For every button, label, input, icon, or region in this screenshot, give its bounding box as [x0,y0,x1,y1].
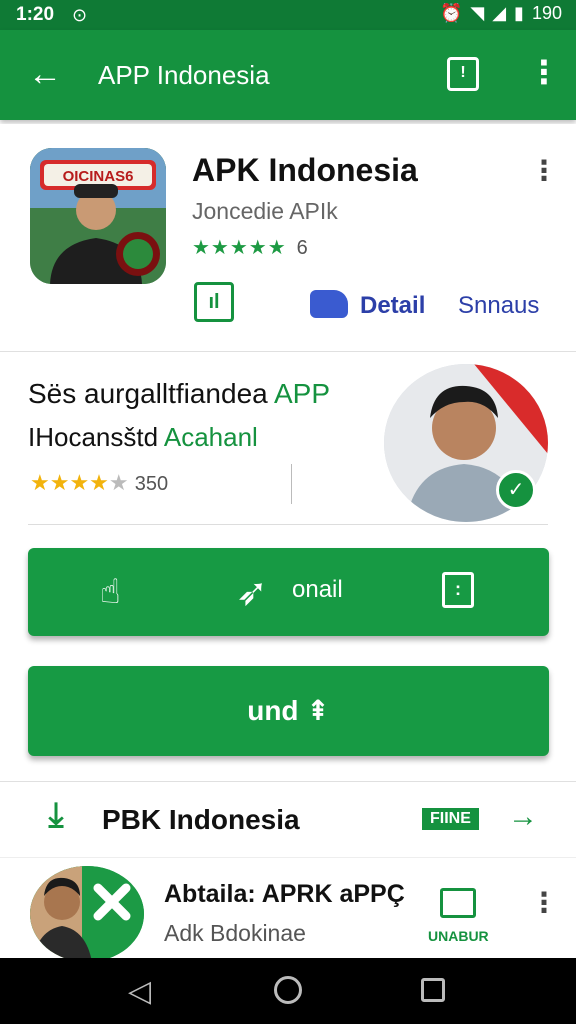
app-rating: ★★★★★ 6 [192,235,308,260]
verified-badge-icon: ✓ [496,470,536,510]
list-item-overflow-icon[interactable]: ⋮ [530,886,558,919]
nav-back-icon[interactable]: ◁ [128,974,151,1009]
review-chat-icon[interactable]: ıl [194,282,234,322]
bookmark-icon: : [442,572,474,608]
developer-name[interactable]: Joncedie APIk [192,198,338,225]
list-item[interactable]: ⤓ PBK Indonesia FIINE → [0,782,576,858]
list-item-action-label[interactable]: UNABUR [428,928,489,944]
featured-rating-count: 350 [134,473,169,495]
featured-subline-accent: Acahanl [163,422,258,452]
list-item-title: Abtaila: APRK aPPÇ [164,880,405,908]
battery-icon: ▮ [514,3,524,23]
arrow-right-icon[interactable]: → [508,800,538,834]
more-options-icon[interactable]: ⋮ [528,52,560,92]
horizontal-divider [28,524,548,525]
app-header-card: OICINAS6 APK Indonesia Joncedie APIk ★★★… [0,124,576,352]
rating-count: 6 [296,237,308,259]
hand-icon: ☝ [100,573,121,611]
building-icon[interactable] [440,888,476,918]
install-button-label: und ⇞ [247,695,330,726]
app-icon-banner: OICINAS6 [63,168,134,185]
star-rating-icon: ★★★★★ [192,237,287,259]
list-item[interactable]: Abtaila: APRK aPPÇ Adk Bdokinae UNABUR ⋮ [0,858,576,962]
status-icons: ⏰ ◥ ◢ ▮ 190 [440,3,562,24]
app-name: APK Indonesia [192,152,418,188]
install-button[interactable]: und ⇞ [28,666,549,756]
star-icons: ★★★★ [30,470,109,495]
primary-action-label: onail [292,576,343,603]
app-bar: ← APP Indonesia ! ⋮ [0,30,576,120]
status-bar: 1:20 ⊙ ⏰ ◥ ◢ ▮ 190 [0,0,576,30]
alarm-icon: ⏰ [439,3,463,23]
app-icon[interactable]: OICINAS6 [30,148,166,284]
notification-icon: ⊙ [72,5,88,25]
download-icon: ⤓ [48,796,64,834]
featured-subline-text: IHocansštd [28,422,159,452]
featured-section: Sës aurgalltfiandea APP IHocansštd Acaha… [0,352,576,782]
empty-star-icon: ★ [108,470,129,495]
featured-subline: IHocansštd Acahanl [28,422,258,453]
battery-level: 190 [531,3,562,23]
shopping-bag-icon[interactable]: ! [447,57,479,91]
primary-action-button[interactable]: ☝ ➶ onail : [28,548,549,636]
nav-recents-icon[interactable] [421,978,445,1002]
featured-headline-accent: APP [273,378,330,409]
app-overflow-menu-icon[interactable]: ⋮ [530,154,558,187]
leaf-icon: ➶ [236,572,268,614]
list-item-subtitle: Adk Bdokinae [164,920,306,946]
featured-headline: Sës aurgalltfiandea APP [28,378,330,410]
featured-rating: ★★★★★ 350 [30,470,168,496]
featured-headline-text: Sës aurgalltfiandea [28,378,268,409]
secondary-link[interactable]: Snnaus [458,292,539,320]
list-item-title: PBK Indonesia [102,804,300,835]
back-arrow-icon[interactable]: ← [28,54,62,94]
detail-icon [310,290,348,318]
system-navigation-bar: ◁ [0,958,576,1024]
list-item-app-icon[interactable] [30,866,144,962]
page-title: APP Indonesia [98,60,270,90]
vertical-divider [291,464,292,504]
list-item-tag: FIINE [422,808,479,830]
status-time: 1:20 [16,4,55,25]
wifi-icon: ◥ [470,3,485,23]
nav-home-icon[interactable] [274,976,302,1004]
detail-link[interactable]: Detail [360,292,425,320]
signal-icon: ◢ [492,3,507,23]
